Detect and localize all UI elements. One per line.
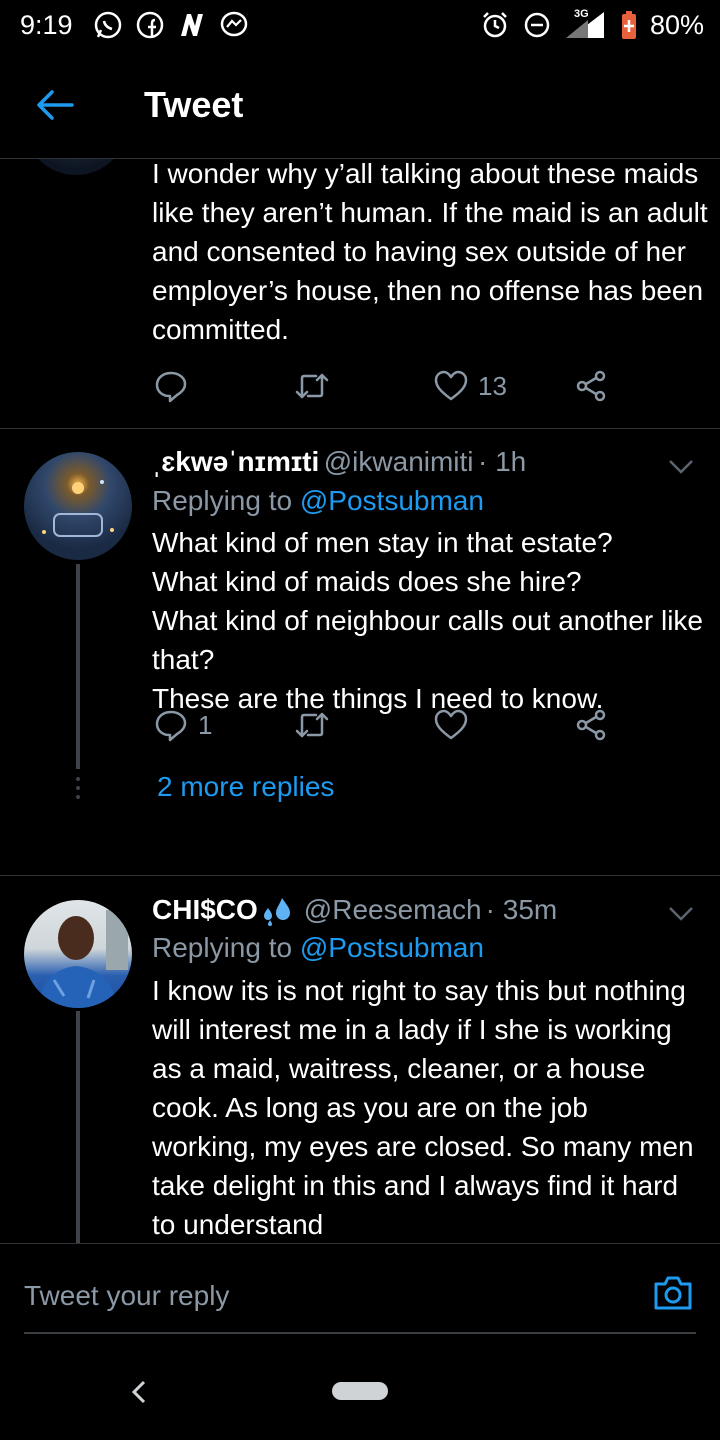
nav-home-pill[interactable]	[332, 1382, 388, 1400]
tweet-actions: 13	[154, 369, 714, 403]
tweet[interactable]: I wonder why y’all talking about these m…	[0, 159, 720, 429]
dnd-icon	[524, 12, 550, 38]
tweet-header: CHI$CO @Reesemach · 35m	[152, 894, 692, 926]
reply-button[interactable]: 1	[154, 708, 294, 742]
header: Tweet	[0, 50, 720, 160]
back-button[interactable]	[0, 89, 110, 121]
share-button[interactable]	[574, 369, 714, 403]
n-icon	[180, 14, 203, 36]
user-handle[interactable]: @Reesemach	[304, 894, 482, 926]
comment-icon	[155, 371, 187, 403]
more-replies-link[interactable]: 2 more replies	[157, 771, 334, 803]
network-type: 3G	[573, 8, 589, 20]
replying-to: Replying to @Postsubman	[152, 932, 484, 964]
like-button[interactable]	[434, 709, 574, 741]
share-icon	[576, 370, 606, 402]
status-bar: 9:19 3G 80%	[0, 0, 720, 50]
display-name[interactable]: CHI$CO	[152, 894, 258, 926]
like-count: 13	[478, 370, 507, 401]
arrow-left-icon	[37, 90, 74, 120]
chevron-down-icon[interactable]	[668, 906, 694, 922]
avatar[interactable]	[24, 452, 132, 560]
thread-dots	[76, 777, 80, 799]
avatar[interactable]	[24, 900, 132, 1008]
tweet-header: ˌɛkwəˈnɪmɪti @ikwanimiti · 1h	[152, 446, 692, 478]
retweet-button[interactable]	[294, 710, 434, 740]
like-button[interactable]: 13	[434, 370, 574, 402]
tweet[interactable]: ˌɛkwəˈnɪmɪti @ikwanimiti · 1h Replying t…	[0, 429, 720, 876]
avatar[interactable]	[24, 159, 128, 175]
thread-line	[76, 1011, 80, 1243]
mention-link[interactable]: @Postsubman	[300, 485, 484, 516]
signal-icon: 3G	[564, 8, 608, 40]
tweet-text: I wonder why y’all talking about these m…	[152, 159, 708, 345]
heart-icon	[434, 370, 468, 401]
tweet-text: What kind of men stay in that estate? Wh…	[152, 527, 703, 714]
tweet[interactable]: CHI$CO @Reesemach · 35m Replying to @Pos…	[0, 876, 720, 1243]
camera-icon	[654, 1276, 692, 1310]
battery-icon	[621, 11, 636, 39]
reply-button[interactable]	[154, 369, 294, 403]
chevron-down-icon[interactable]	[668, 459, 694, 475]
messenger-icon	[220, 11, 247, 37]
comment-icon	[155, 710, 187, 742]
replying-label: Replying to	[152, 485, 293, 516]
camera-button[interactable]	[652, 1274, 694, 1317]
tweet-time: · 35m	[485, 894, 558, 925]
user-handle[interactable]: @ikwanimiti	[324, 446, 474, 477]
share-button[interactable]	[574, 708, 714, 742]
replying-label: Replying to	[152, 932, 293, 963]
status-time: 9:19	[20, 9, 73, 40]
alarm-icon	[483, 12, 507, 38]
battery-level: 80%	[649, 9, 704, 40]
display-name[interactable]: ˌɛkwəˈnɪmɪti	[152, 446, 319, 477]
heart-icon	[434, 709, 468, 740]
system-nav-bar	[0, 1340, 720, 1440]
nav-back-icon[interactable]	[130, 1380, 148, 1404]
reply-input[interactable]: Tweet your reply	[24, 1280, 229, 1312]
mention-link[interactable]: @Postsubman	[300, 932, 484, 963]
share-icon	[576, 709, 606, 741]
thread-line	[76, 564, 80, 769]
retweet-button[interactable]	[294, 371, 434, 401]
replying-to: Replying to @Postsubman	[152, 485, 484, 517]
facebook-icon	[136, 11, 163, 39]
retweet-icon	[295, 712, 329, 738]
sweat-droplets-icon	[263, 898, 290, 926]
whatsapp-icon	[94, 11, 121, 39]
reply-bar: Tweet your reply	[0, 1243, 720, 1340]
page-title: Tweet	[144, 84, 244, 125]
reply-count: 1	[198, 709, 213, 740]
timeline[interactable]: I wonder why y’all talking about these m…	[0, 159, 720, 1243]
tweet-actions: 1	[154, 708, 714, 742]
reply-underline	[24, 1332, 696, 1334]
tweet-time: · 1h	[477, 446, 527, 477]
tweet-text: I know its is not right to say this but …	[152, 975, 694, 1240]
retweet-icon	[295, 373, 329, 399]
